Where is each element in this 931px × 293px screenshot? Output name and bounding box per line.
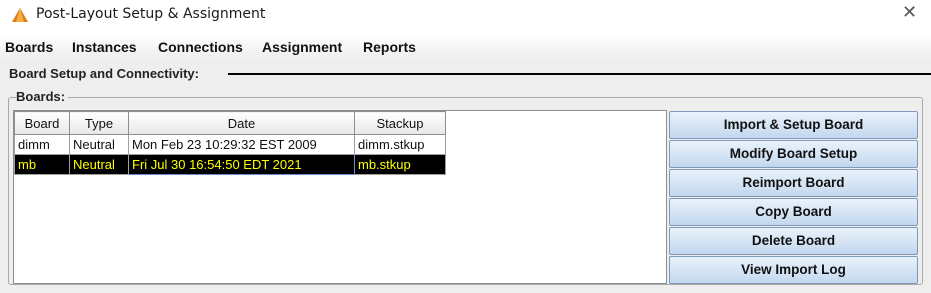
column-header-date[interactable]: Date <box>128 111 355 135</box>
cell-stackup: mb.stkup <box>354 154 446 175</box>
window-title: Post-Layout Setup & Assignment <box>36 6 266 22</box>
menu-connections[interactable]: Connections <box>158 39 243 55</box>
boards-table-area[interactable]: Board Type Date Stackup dimm Neutral Mon… <box>13 110 667 284</box>
copy-board-button[interactable]: Copy Board <box>669 198 918 226</box>
section-divider <box>228 73 931 75</box>
java-app-icon <box>12 8 28 22</box>
table-row[interactable]: dimm Neutral Mon Feb 23 10:29:32 EST 200… <box>14 134 446 155</box>
column-header-type[interactable]: Type <box>69 111 129 135</box>
cell-board: dimm <box>14 134 70 155</box>
delete-board-button[interactable]: Delete Board <box>669 227 918 255</box>
column-header-board[interactable]: Board <box>14 111 70 135</box>
boards-group-title: Boards: <box>16 89 69 104</box>
cell-type: Neutral <box>69 134 129 155</box>
menu-reports[interactable]: Reports <box>363 39 416 55</box>
close-icon[interactable]: ✕ <box>902 2 917 23</box>
menu-boards[interactable]: Boards <box>5 39 53 55</box>
table-row-selected[interactable]: mb Neutral Fri Jul 30 16:54:50 EDT 2021 … <box>14 154 446 175</box>
cell-type: Neutral <box>69 154 129 175</box>
cell-date: Fri Jul 30 16:54:50 EDT 2021 <box>128 154 355 175</box>
view-import-log-button[interactable]: View Import Log <box>669 256 918 284</box>
cell-stackup: dimm.stkup <box>354 134 446 155</box>
table-header-row: Board Type Date Stackup <box>14 111 446 135</box>
column-header-stackup[interactable]: Stackup <box>354 111 446 135</box>
menu-instances[interactable]: Instances <box>72 39 137 55</box>
cell-date: Mon Feb 23 10:29:32 EST 2009 <box>128 134 355 155</box>
menu-assignment[interactable]: Assignment <box>262 39 342 55</box>
reimport-board-button[interactable]: Reimport Board <box>669 169 918 197</box>
import-setup-board-button[interactable]: Import & Setup Board <box>669 111 918 139</box>
modify-board-setup-button[interactable]: Modify Board Setup <box>669 140 918 168</box>
title-bar: Post-Layout Setup & Assignment ✕ <box>0 0 931 30</box>
cell-board: mb <box>14 154 70 175</box>
section-title: Board Setup and Connectivity: <box>9 66 202 81</box>
boards-table: Board Type Date Stackup dimm Neutral Mon… <box>14 111 446 175</box>
menu-bar: Boards Instances Connections Assignment … <box>0 34 931 63</box>
